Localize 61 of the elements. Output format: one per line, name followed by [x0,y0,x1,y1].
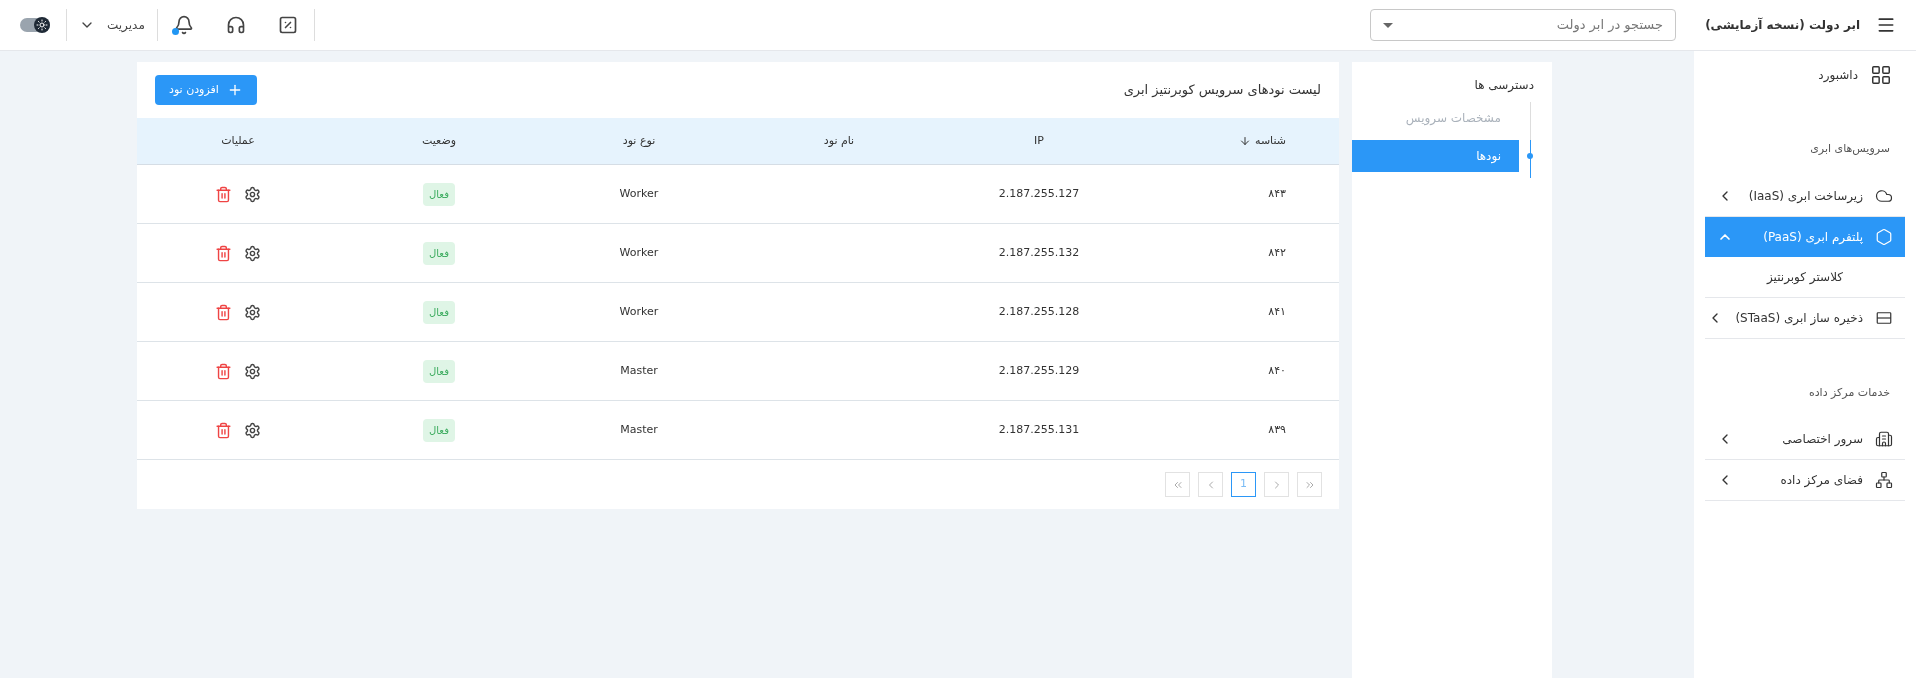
table-cell-text: ۸۴۰ [1267,362,1287,379]
headset-icon[interactable] [225,15,246,35]
item-icon [1875,471,1893,489]
column-header[interactable]: IP [939,132,1139,150]
theme-toggle[interactable] [20,18,50,32]
table-cell-text: Master [619,421,659,438]
sidebar-item[interactable]: سرور اختصاصی [1705,419,1905,459]
settings-icon[interactable] [244,303,261,321]
table-cell-text: ۸۳۹ [1267,421,1287,438]
card-title: لیست نودهای سرویس کوبرنتیز ابری [1123,81,1321,100]
search-field[interactable]: جستجو در ابر دولت [1370,9,1676,41]
column-header[interactable]: وضعیت [339,132,539,150]
status-badge: فعال [423,359,455,383]
sort-arrow-icon [1239,135,1251,147]
section-title: خدمات مرکز داده [1807,384,1891,401]
column-header[interactable]: عملیات [137,132,339,150]
app-title: ابر دولت (نسخه آزمایشی) [1705,16,1860,34]
settings-icon[interactable] [244,362,261,380]
sidebar-item[interactable]: فضای مرکز داده [1705,460,1905,500]
sidebar-item[interactable]: ذخیره ساز ابری (STaaS) [1705,297,1905,338]
delete-icon[interactable] [215,303,232,321]
table-cell-text: ۸۴۳ [1267,185,1287,202]
delete-icon[interactable] [215,362,232,380]
dropdown-caret-icon [1383,22,1393,28]
table-cell-text: Worker [618,185,660,202]
table-cell-text: ۸۴۲ [1267,244,1287,261]
menu-icon[interactable] [1876,15,1896,35]
table-cell-text: Worker [618,303,660,320]
notification-bell-icon[interactable] [173,15,194,35]
settings-icon[interactable] [244,244,261,262]
sidebar-subitem[interactable]: کلاستر کوبرنتیز [1766,267,1843,286]
sun-icon [36,19,48,31]
status-badge: فعال [423,182,455,206]
status-badge: فعال [423,418,455,442]
status-badge: فعال [423,241,455,265]
table-cell-text: Worker [618,244,660,261]
table-cell-text: 2.187.255.131 [997,421,1081,438]
sidebar-link[interactable]: داشبورد [1818,66,1858,84]
settings-icon[interactable] [244,185,261,203]
sidebar-item[interactable]: زیرساخت ابری (IaaS) [1705,175,1905,216]
user-menu[interactable]: مدیریت [67,16,157,34]
delete-icon[interactable] [215,421,232,439]
delete-icon[interactable] [215,185,232,203]
column-header[interactable]: نام نود [739,132,939,150]
table-cell-text: Master [619,362,659,379]
delete-icon[interactable] [215,244,232,262]
column-header[interactable]: شناسه [1139,132,1339,150]
status-badge: فعال [423,300,455,324]
section-title: سرویس‌های ابری [1809,141,1891,157]
table-cell-text: 2.187.255.127 [997,185,1081,202]
panel-title: دسترسی ها [1473,77,1535,94]
percent-icon[interactable] [277,15,298,35]
item-icon [1875,227,1893,246]
dashboard-icon [1870,64,1892,86]
table-cell-text: 2.187.255.129 [997,362,1081,379]
table-cell-text: 2.187.255.132 [997,244,1081,261]
settings-icon[interactable] [244,421,261,439]
table-cell-text: ۸۴۱ [1267,303,1287,320]
column-header[interactable]: نوع نود [539,132,739,150]
table-cell-text: 2.187.255.128 [997,303,1081,320]
item-icon [1875,430,1893,448]
